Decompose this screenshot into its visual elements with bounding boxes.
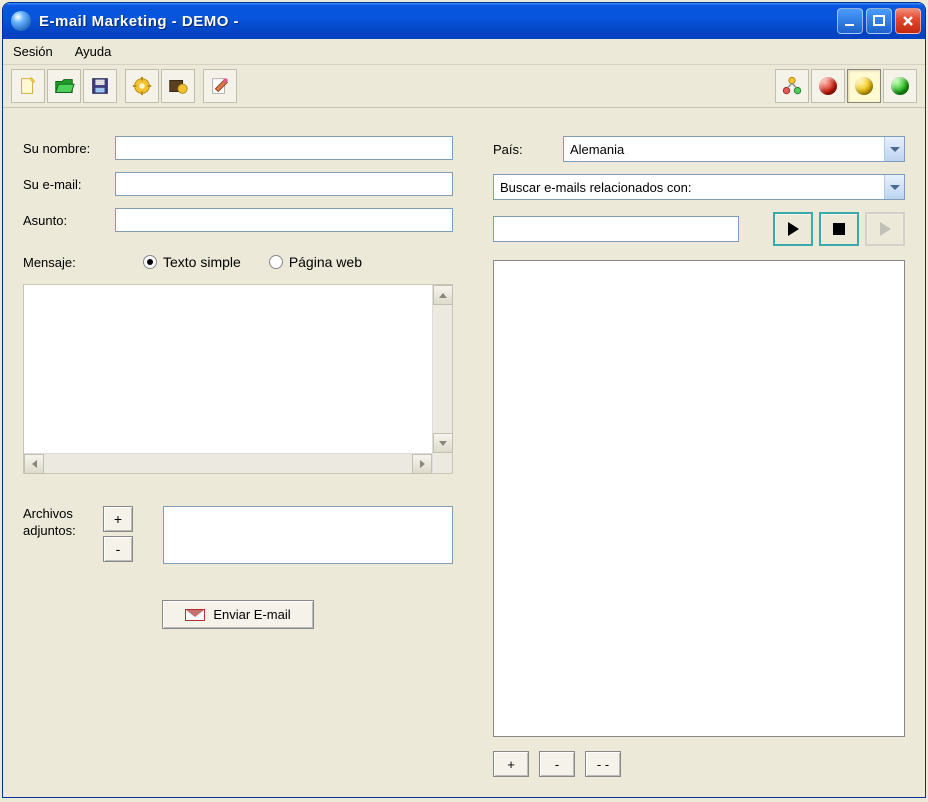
play-icon bbox=[788, 222, 799, 236]
results-remove-all-button[interactable]: - - bbox=[585, 751, 621, 777]
scroll-right-icon[interactable] bbox=[412, 454, 432, 474]
vertical-scrollbar[interactable] bbox=[432, 285, 452, 453]
radio-pagina-web[interactable]: Página web bbox=[269, 254, 362, 270]
radio-texto-simple[interactable]: Texto simple bbox=[143, 254, 241, 270]
menu-sesion[interactable]: Sesión bbox=[9, 42, 57, 61]
results-add-button[interactable]: + bbox=[493, 751, 529, 777]
status-red-button[interactable] bbox=[811, 69, 845, 103]
next-button bbox=[865, 212, 905, 246]
adjuntos-label: Archivos adjuntos: bbox=[23, 506, 93, 540]
menubar: Sesión Ayuda bbox=[3, 39, 925, 65]
envelope-icon bbox=[185, 609, 205, 621]
radio-web-label: Página web bbox=[289, 254, 362, 270]
results-remove-button[interactable]: - bbox=[539, 751, 575, 777]
scroll-up-icon[interactable] bbox=[433, 285, 453, 305]
attach-add-button[interactable]: + bbox=[103, 506, 133, 532]
email-input[interactable] bbox=[115, 172, 453, 196]
pais-combo[interactable]: Alemania bbox=[563, 136, 905, 162]
green-ball-icon bbox=[891, 77, 909, 95]
scroll-down-icon[interactable] bbox=[433, 433, 453, 453]
toolbar-open-button[interactable] bbox=[47, 69, 81, 103]
attach-remove-button[interactable]: - bbox=[103, 536, 133, 562]
asunto-label: Asunto: bbox=[23, 213, 115, 228]
search-term-input[interactable] bbox=[493, 216, 739, 242]
toolbar-network-button[interactable] bbox=[775, 69, 809, 103]
toolbar-save-button[interactable] bbox=[83, 69, 117, 103]
app-window: E-mail Marketing - DEMO - Sesión Ayuda bbox=[2, 2, 926, 798]
toolbar-config1-button[interactable] bbox=[125, 69, 159, 103]
mensaje-label: Mensaje: bbox=[23, 255, 115, 270]
radio-dot-icon bbox=[269, 255, 283, 269]
content-area: Su nombre: Su e-mail: Asunto: Mensaje: T… bbox=[3, 108, 925, 797]
asunto-input[interactable] bbox=[115, 208, 453, 232]
pais-label: País: bbox=[493, 142, 563, 157]
stop-icon bbox=[833, 223, 845, 235]
titlebar: E-mail Marketing - DEMO - bbox=[3, 3, 925, 39]
dropdown-arrow-icon bbox=[884, 137, 904, 161]
play-button[interactable] bbox=[773, 212, 813, 246]
maximize-button[interactable] bbox=[866, 8, 892, 34]
radio-dot-icon bbox=[143, 255, 157, 269]
horizontal-scrollbar[interactable] bbox=[24, 453, 432, 473]
close-button[interactable] bbox=[895, 8, 921, 34]
email-label: Su e-mail: bbox=[23, 177, 115, 192]
nombre-input[interactable] bbox=[115, 136, 453, 160]
red-ball-icon bbox=[819, 77, 837, 95]
attachments-list[interactable] bbox=[163, 506, 453, 564]
status-yellow-button[interactable] bbox=[847, 69, 881, 103]
toolbar-config2-button[interactable] bbox=[161, 69, 195, 103]
status-green-button[interactable] bbox=[883, 69, 917, 103]
buscar-combo[interactable]: Buscar e-mails relacionados con: bbox=[493, 174, 905, 200]
toolbar-new-button[interactable] bbox=[11, 69, 45, 103]
stop-button[interactable] bbox=[819, 212, 859, 246]
app-globe-icon bbox=[11, 11, 31, 31]
window-title: E-mail Marketing - DEMO - bbox=[39, 13, 837, 30]
minimize-button[interactable] bbox=[837, 8, 863, 34]
menu-ayuda[interactable]: Ayuda bbox=[71, 42, 116, 61]
dropdown-arrow-icon bbox=[884, 175, 904, 199]
enviar-button[interactable]: Enviar E-mail bbox=[162, 600, 313, 629]
nombre-label: Su nombre: bbox=[23, 141, 115, 156]
play-icon bbox=[880, 222, 891, 236]
scroll-left-icon[interactable] bbox=[24, 454, 44, 474]
radio-texto-label: Texto simple bbox=[163, 254, 241, 270]
mensaje-textarea[interactable] bbox=[23, 284, 453, 474]
results-listbox[interactable] bbox=[493, 260, 905, 737]
toolbar bbox=[3, 65, 925, 108]
yellow-ball-icon bbox=[855, 77, 873, 95]
toolbar-edit-button[interactable] bbox=[203, 69, 237, 103]
